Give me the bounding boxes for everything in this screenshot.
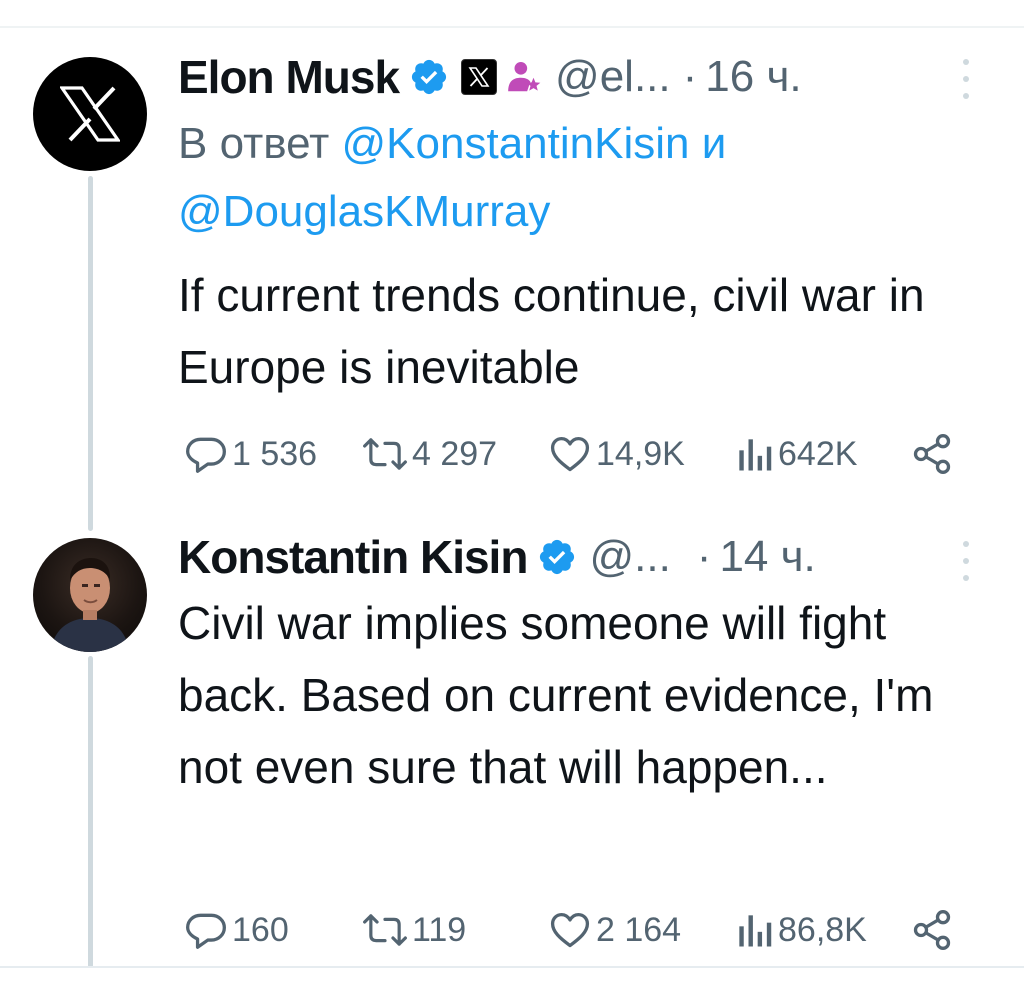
bottom-divider (0, 966, 1024, 968)
repost-count: 119 (412, 910, 467, 949)
x-logo-icon (60, 86, 120, 142)
avatar[interactable] (33, 538, 147, 652)
author-handle[interactable]: @el... (555, 52, 671, 102)
dot-separator: · (696, 532, 712, 581)
more-options-icon[interactable] (958, 541, 974, 581)
timestamp[interactable]: 14 ч. (719, 532, 815, 582)
reply-prefix: В ответ (178, 119, 330, 168)
views-button[interactable]: 642K (734, 430, 857, 478)
reply-count: 160 (232, 910, 289, 949)
repost-button[interactable]: 119 (362, 906, 466, 954)
views-chart-icon (739, 915, 772, 947)
like-count: 2 164 (596, 910, 682, 949)
share-icon[interactable] (910, 432, 954, 476)
mention-link[interactable]: @KonstantinKisin (342, 119, 690, 168)
tweet-text: Civil war implies someone will fight bac… (178, 597, 934, 793)
repost-count: 4 297 (412, 434, 498, 473)
dot-separator: · (682, 52, 698, 101)
tweet-header: Elon Musk @el... · 16 ч. (178, 47, 802, 107)
like-count: 14,9K (596, 434, 685, 473)
mention-link[interactable]: @DouglasKMurray (178, 187, 550, 236)
tweet-header: Konstantin Kisin @... · 14 ч. (178, 527, 816, 587)
top-divider (0, 26, 1024, 28)
timestamp[interactable]: 16 ч. (705, 52, 801, 102)
more-options-icon[interactable] (958, 59, 974, 99)
views-button[interactable]: 86,8K (734, 906, 867, 954)
action-bar: 160 119 2 164 86,8K (184, 906, 964, 954)
thread-line (88, 176, 93, 531)
reply-conjunction: и (701, 119, 727, 168)
author-name[interactable]: Elon Musk (178, 50, 400, 104)
reply-to-line: В ответ @KonstantinKisin и @DouglasKMurr… (178, 110, 978, 246)
verified-badge-icon[interactable] (537, 537, 577, 577)
repost-icon (363, 438, 407, 470)
tweet-text: If current trends continue, civil war in… (178, 269, 925, 393)
like-button[interactable]: 2 164 (548, 906, 681, 954)
views-chart-icon (739, 439, 772, 471)
author-handle[interactable]: @... (589, 532, 670, 582)
action-bar: 1 536 4 297 14,9K 642K (184, 430, 964, 478)
role-person-icon (505, 58, 543, 96)
like-button[interactable]: 14,9K (548, 430, 685, 478)
reply-icon (186, 913, 226, 949)
x-affiliation-badge-icon[interactable] (461, 59, 498, 95)
verified-badge-icon[interactable] (409, 57, 449, 97)
author-name[interactable]: Konstantin Kisin (178, 530, 528, 584)
repost-icon (363, 914, 407, 946)
reply-button[interactable]: 1 536 (184, 430, 317, 478)
reply-count: 1 536 (232, 434, 318, 473)
views-count: 86,8K (778, 910, 867, 949)
avatar[interactable] (33, 57, 147, 171)
views-count: 642K (778, 434, 858, 473)
reply-button[interactable]: 160 (184, 906, 289, 954)
reply-icon (186, 437, 226, 473)
repost-button[interactable]: 4 297 (362, 430, 497, 478)
thread-line (88, 656, 93, 968)
heart-icon (550, 436, 590, 472)
heart-icon (550, 912, 590, 948)
share-icon[interactable] (910, 908, 954, 952)
profile-photo (51, 558, 129, 652)
